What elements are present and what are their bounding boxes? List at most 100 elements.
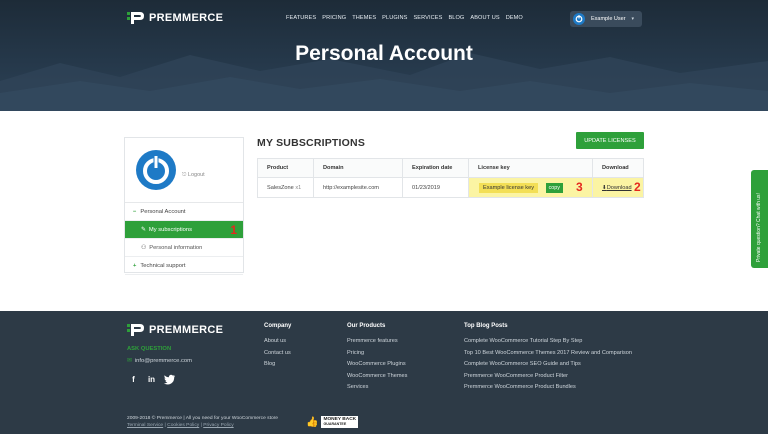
account-sidebar: ⎋ Logout − Personal Account ✎ My subscri… — [124, 137, 244, 275]
twitter-icon[interactable] — [163, 373, 176, 386]
download-label: Download — [606, 184, 632, 191]
footer-company-column: Company About us Contact us Blog — [264, 323, 291, 373]
column-title: Top Blog Posts — [464, 323, 508, 329]
linkedin-icon[interactable]: in — [145, 373, 158, 386]
footer-link[interactable]: Complete WooCommerce SEO Guide and Tips — [464, 361, 632, 373]
sidebar-item-my-subscriptions[interactable]: ✎ My subscriptions 1 — [125, 221, 243, 239]
sidebar-item-technical-support[interactable]: + Technical support — [125, 257, 243, 275]
table-row: SalesZone x1 http://examplesite.com 01/2… — [257, 177, 644, 198]
edit-icon: ✎ — [141, 226, 146, 233]
nav-themes[interactable]: THEMES — [352, 15, 376, 21]
expand-icon: + — [133, 262, 137, 269]
product-name: SalesZone — [267, 184, 294, 191]
ask-question-link[interactable]: ASK QUESTION — [127, 346, 171, 352]
email-address: info@premmerce.com — [134, 358, 192, 364]
collapse-icon: − — [133, 208, 137, 215]
product-qty: x1 — [295, 184, 302, 191]
download-link[interactable]: ⬇Download — [602, 185, 632, 191]
footer-logo[interactable]: PREMMERCE — [127, 323, 223, 337]
footer-link[interactable]: Top 10 Best WooCommerce Themes 2017 Revi… — [464, 350, 632, 362]
money-back-line2: GUARANTEE — [323, 422, 347, 426]
product-cell: SalesZone x1 — [257, 177, 314, 198]
terms-link[interactable]: Terminal Service — [127, 423, 163, 428]
license-key[interactable]: Example license key — [479, 182, 538, 193]
footer-link[interactable]: Services — [347, 384, 407, 396]
footer-link[interactable]: Premmerce features — [347, 338, 407, 350]
logo-mark-icon — [127, 12, 144, 24]
column-header-license: License key — [468, 158, 593, 178]
copyright-text: 2009-2018 © Premmerce | All you need for… — [127, 416, 279, 421]
legal-links: Terminal Service | Cookies Policy | Priv… — [127, 423, 234, 428]
sidebar-item-label: Personal information — [149, 244, 203, 251]
brand-logo[interactable]: PREMMERCE — [127, 11, 223, 25]
table-header-row: Product Domain Expiration date License k… — [257, 158, 644, 178]
logout-link[interactable]: ⎋ Logout — [182, 172, 205, 179]
nav-services[interactable]: SERVICES — [413, 15, 442, 21]
money-back-badge: 👍 MONEY BACK GUARANTEE — [306, 415, 366, 429]
user-avatar — [573, 13, 585, 25]
user-menu-button[interactable]: Example User ▾ — [570, 11, 642, 27]
money-back-label: MONEY BACK GUARANTEE — [321, 416, 359, 428]
power-icon — [143, 156, 169, 184]
nav-pricing[interactable]: PRICING — [322, 15, 346, 21]
email-link[interactable]: ✉ info@premmerce.com — [127, 358, 192, 364]
download-cell: ⬇Download 2 — [592, 177, 644, 198]
hero-banner: PREMMERCE FEATURES PRICING THEMES PLUGIN… — [0, 0, 768, 111]
section-title: MY SUBSCRIPTIONS — [257, 137, 366, 149]
sidebar-item-personal-account[interactable]: − Personal Account — [125, 203, 243, 221]
chat-feedback-tab[interactable]: Private question? Chat with us! — [751, 170, 768, 268]
profile-avatar[interactable] — [136, 150, 176, 190]
nav-about-us[interactable]: ABOUT US — [470, 15, 499, 21]
logout-label: Logout — [187, 172, 205, 178]
footer-products-column: Our Products Premmerce features Pricing … — [347, 323, 407, 396]
brand-name: PREMMERCE — [149, 12, 224, 24]
footer-blog-column: Top Blog Posts Complete WooCommerce Tuto… — [464, 323, 632, 396]
social-links: f in — [127, 373, 176, 386]
footer-link[interactable]: WooCommerce Plugins — [347, 361, 407, 373]
copy-button[interactable]: copy — [545, 182, 563, 193]
annotation-number: 3 — [576, 180, 583, 194]
column-header-domain: Domain — [313, 158, 403, 178]
footer-link[interactable]: Blog — [264, 361, 291, 373]
column-title: Company — [264, 323, 292, 329]
footer-link[interactable]: Premmerce WooCommerce Product Bundles — [464, 384, 632, 396]
envelope-icon: ✉ — [127, 358, 132, 364]
sidebar-item-personal-information[interactable]: ⚇ Personal information — [125, 239, 243, 257]
user-name: Example User — [591, 16, 626, 22]
power-icon — [575, 15, 583, 23]
footer-link[interactable]: Pricing — [347, 350, 407, 362]
annotation-number: 1 — [230, 223, 237, 237]
brand-name: PREMMERCE — [149, 324, 224, 336]
nav-features[interactable]: FEATURES — [286, 15, 316, 21]
facebook-icon[interactable]: f — [127, 373, 140, 386]
footer-link[interactable]: WooCommerce Themes — [347, 373, 407, 385]
annotation-number: 2 — [634, 180, 641, 194]
domain-link[interactable]: http://examplesite.com — [313, 177, 403, 198]
subscriptions-table: Product Domain Expiration date License k… — [257, 158, 644, 198]
footer-link[interactable]: Complete WooCommerce Tutorial Step By St… — [464, 338, 632, 350]
logo-mark-icon — [127, 324, 144, 336]
site-footer: PREMMERCE ASK QUESTION ✉ info@premmerce.… — [0, 311, 768, 434]
sidebar-item-label: My subscriptions — [148, 226, 193, 233]
update-licenses-button[interactable]: UPDATE LICENSES — [576, 132, 644, 149]
nav-blog[interactable]: BLOG — [448, 15, 464, 21]
nav-demo[interactable]: DEMO — [506, 15, 523, 21]
feedback-label: Private question? Chat with us! — [756, 193, 762, 262]
column-header-expiration: Expiration date — [402, 158, 469, 178]
page-title: Personal Account — [295, 42, 473, 65]
footer-link[interactable]: About us — [264, 338, 291, 350]
privacy-link[interactable]: Privacy Policy — [203, 423, 233, 428]
nav-plugins[interactable]: PLUGINS — [382, 15, 407, 21]
footer-link[interactable]: Premmerce WooCommerce Product Filter — [464, 373, 632, 385]
cookies-link[interactable]: Cookies Policy — [167, 423, 199, 428]
user-icon: ⚇ — [141, 244, 147, 251]
sidebar-item-label: Personal Account — [140, 208, 186, 215]
thumbs-up-icon: 👍 — [306, 416, 319, 428]
license-cell: Example license key copy 3 — [468, 177, 593, 198]
footer-link[interactable]: Contact us — [264, 350, 291, 362]
column-header-product: Product — [257, 158, 314, 178]
main-nav: FEATURES PRICING THEMES PLUGINS SERVICES… — [286, 15, 523, 21]
chevron-down-icon: ▾ — [631, 16, 635, 22]
expiration-cell: 01/23/2019 — [402, 177, 469, 198]
profile-card: ⎋ Logout — [125, 138, 243, 203]
